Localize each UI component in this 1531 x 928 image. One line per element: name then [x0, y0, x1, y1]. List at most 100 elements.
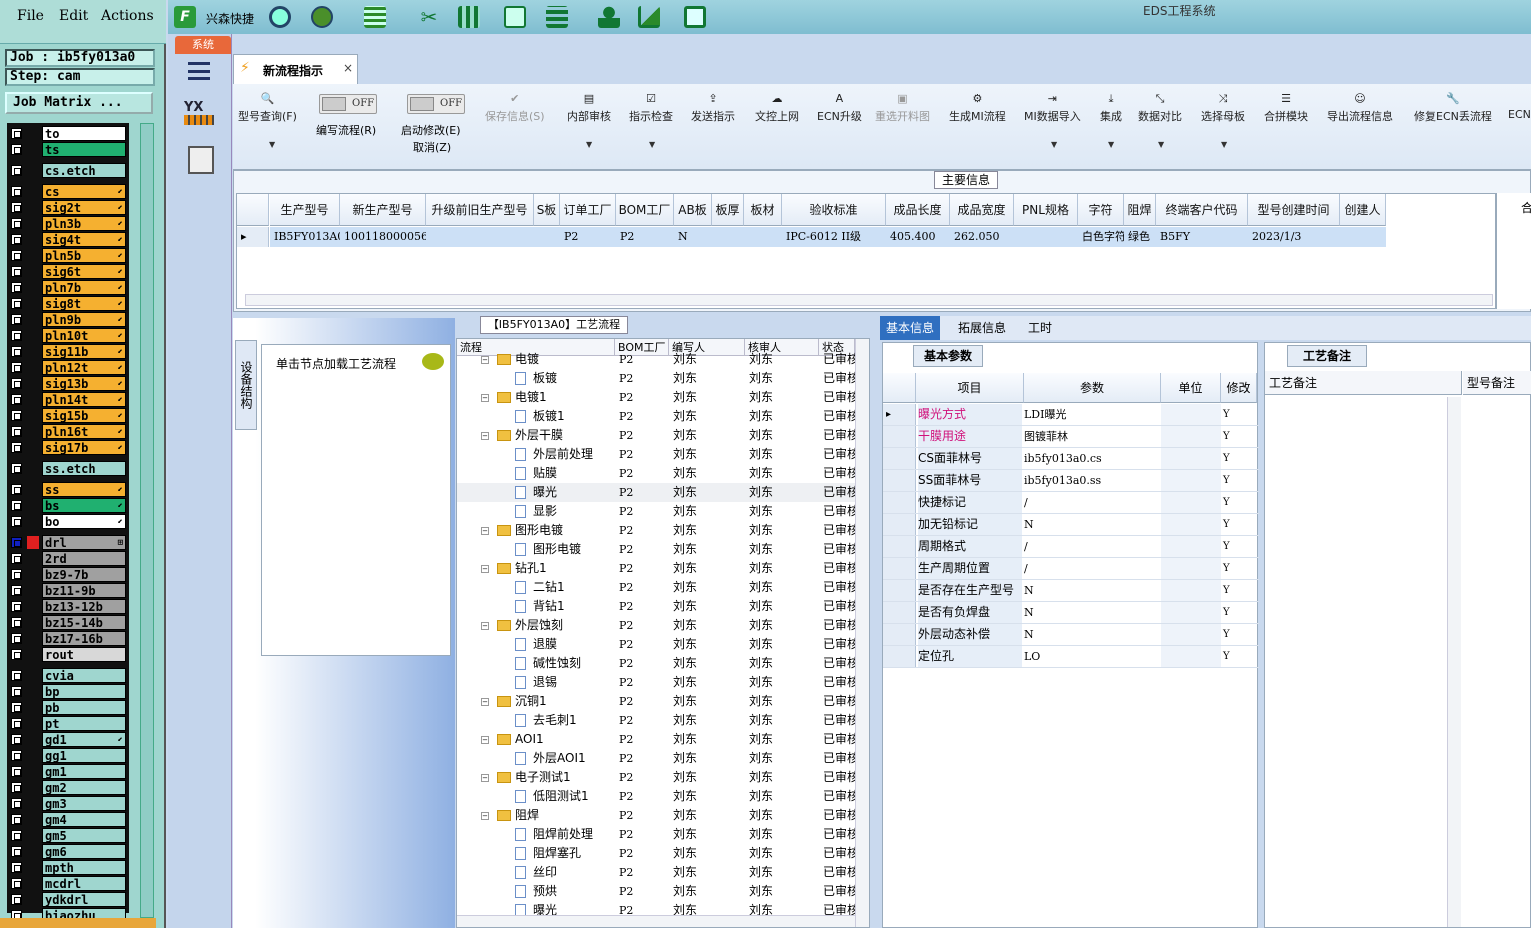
param-value[interactable]: LO [1024, 646, 1161, 667]
collapse-icon[interactable]: − [481, 698, 489, 706]
flow-row[interactable]: 曝光 P2 刘东 刘东 已审核 [457, 483, 857, 502]
layer-row[interactable]: bs ⬋ [7, 498, 129, 513]
layer-checkbox[interactable] [11, 846, 22, 857]
layer-name[interactable]: 2rd [42, 551, 126, 566]
flow-row[interactable]: 背钻1 P2 刘东 刘东 已审核 [457, 597, 857, 616]
param-value[interactable]: N [1024, 580, 1161, 601]
param-row[interactable]: 定位孔 LO Y [883, 646, 1259, 668]
row-selector-icon[interactable]: ▸ [237, 227, 269, 247]
layer-checkbox[interactable] [11, 516, 22, 527]
layer-row[interactable]: sig13b ⬋ [7, 376, 129, 391]
layer-checkbox[interactable] [11, 484, 22, 495]
chevron-down-icon[interactable]: ▼ [1158, 140, 1164, 149]
layer-row[interactable]: gd1 ⬋ [7, 732, 129, 747]
param-value[interactable]: N [1024, 624, 1161, 645]
layer-row[interactable]: pb [7, 700, 129, 715]
layer-row[interactable]: bz15-14b [7, 615, 129, 630]
layer-checkbox[interactable] [11, 766, 22, 777]
layer-name[interactable]: gm3 [42, 796, 126, 811]
layer-name[interactable]: mpth [42, 860, 126, 875]
layer-row[interactable]: rout [7, 647, 129, 662]
layer-checkbox[interactable] [11, 410, 22, 421]
param-value[interactable]: ib5fy013a0.ss [1024, 470, 1161, 491]
flow-vertical-scrollbar[interactable] [855, 339, 869, 927]
layer-name[interactable]: gm5 [42, 828, 126, 843]
layer-name[interactable]: cvia [42, 668, 126, 683]
layer-row[interactable]: bz13-12b [7, 599, 129, 614]
grid-header[interactable]: 板材 [744, 194, 782, 226]
layer-checkbox[interactable] [11, 202, 22, 213]
layer-name[interactable]: bz11-9b [42, 583, 126, 598]
menu-edit[interactable]: Edit [59, 8, 88, 24]
param-row[interactable]: ▸ 曝光方式 LDI曝光 Y [883, 404, 1259, 426]
flow-row[interactable]: 板镀1 P2 刘东 刘东 已审核 [457, 407, 857, 426]
grid-cell[interactable] [712, 227, 744, 247]
row-selector[interactable] [883, 602, 916, 623]
globe-icon[interactable] [311, 6, 333, 28]
layer-name[interactable]: sig4t ⬋ [42, 232, 126, 247]
flow-row[interactable]: − 外层干膜 P2 刘东 刘东 已审核 [457, 426, 857, 445]
chevron-down-icon[interactable]: ▼ [649, 140, 655, 149]
grid-cell[interactable] [1014, 227, 1078, 247]
layer-row[interactable]: mcdrl [7, 876, 129, 891]
collapse-icon[interactable]: − [481, 527, 489, 535]
layer-row[interactable]: gm6 [7, 844, 129, 859]
layer-checkbox[interactable] [11, 601, 22, 612]
layer-row[interactable]: to [7, 126, 129, 141]
layer-checkbox[interactable] [11, 814, 22, 825]
layer-name[interactable]: ss ⬋ [42, 482, 126, 497]
grid-header[interactable]: BOM工厂 [616, 194, 674, 226]
layer-checkbox[interactable] [11, 463, 22, 474]
grid-cell[interactable]: 262.050 [950, 227, 1014, 247]
grid-header[interactable]: S板 [534, 194, 560, 226]
collapse-icon[interactable]: − [481, 432, 489, 440]
grid-header[interactable]: 验收标准 [782, 194, 886, 226]
row-selector[interactable] [883, 624, 916, 645]
grid-header[interactable]: 字符 [1078, 194, 1124, 226]
layer-checkbox[interactable] [11, 378, 22, 389]
layer-checkbox[interactable] [11, 362, 22, 373]
flow-row[interactable]: 预烘 P2 刘东 刘东 已审核 [457, 882, 857, 901]
grid-icon[interactable] [364, 6, 386, 28]
flow-row[interactable]: 阻焊前处理 P2 刘东 刘东 已审核 [457, 825, 857, 844]
layer-row[interactable]: bz9-7b [7, 567, 129, 582]
layer-row[interactable]: ss ⬋ [7, 482, 129, 497]
layer-scrollbar[interactable] [140, 123, 154, 918]
tab-work-hours[interactable]: 工时 [1022, 316, 1058, 340]
chevron-down-icon[interactable]: ▼ [269, 140, 275, 149]
step-field[interactable]: Step: cam [5, 68, 155, 86]
flow-row[interactable]: 板镀 P2 刘东 刘东 已审核 [457, 369, 857, 388]
layer-name[interactable]: mcdrl [42, 876, 126, 891]
layer-checkbox[interactable] [11, 617, 22, 628]
layer-checkbox[interactable] [11, 537, 22, 548]
flow-row[interactable]: 外层AOI1 P2 刘东 刘东 已审核 [457, 749, 857, 768]
system-tab[interactable]: 系统 [175, 36, 231, 54]
layer-checkbox[interactable] [11, 750, 22, 761]
chevron-down-icon[interactable]: ▼ [586, 140, 592, 149]
row-selector[interactable] [883, 470, 916, 491]
merge-module-button[interactable]: ☰ 合拼模块 [1264, 92, 1308, 124]
flow-row[interactable]: 贴膜 P2 刘东 刘东 已审核 [457, 464, 857, 483]
data-compare-button[interactable]: ⤡ 数据对比 [1138, 92, 1182, 124]
flow-row[interactable]: − AOI1 P2 刘东 刘东 已审核 [457, 730, 857, 749]
mi-import-button[interactable]: ⇥ MI数据导入 [1024, 92, 1081, 124]
flow-row[interactable]: 图形电镀 P2 刘东 刘东 已审核 [457, 540, 857, 559]
user-icon[interactable] [598, 6, 620, 28]
grid-cell[interactable]: 绿色 [1124, 227, 1156, 247]
layer-row[interactable]: sig2t ⬋ [7, 200, 129, 215]
flow-row[interactable]: − 电镀 P2 刘东 刘东 已审核 [457, 350, 857, 369]
flow-row[interactable]: − 阻焊 P2 刘东 刘东 已审核 [457, 806, 857, 825]
params-header-modify[interactable]: 修改 [1221, 373, 1257, 403]
layer-name[interactable]: ydkdrl [42, 892, 126, 907]
collapse-icon[interactable]: − [481, 812, 489, 820]
layer-row[interactable]: ydkdrl [7, 892, 129, 907]
grid-header[interactable]: 订单工厂 [560, 194, 616, 226]
layer-checkbox[interactable] [11, 862, 22, 873]
toggle-start-edit[interactable]: OFF [407, 94, 465, 114]
layer-checkbox[interactable] [11, 266, 22, 277]
params-header-value[interactable]: 参数 [1024, 373, 1161, 403]
menu-file[interactable]: File [17, 8, 44, 24]
row-selector[interactable] [883, 492, 916, 513]
layer-name[interactable]: cs.etch [42, 163, 126, 178]
tab-extended-info[interactable]: 拓展信息 [952, 316, 1012, 340]
